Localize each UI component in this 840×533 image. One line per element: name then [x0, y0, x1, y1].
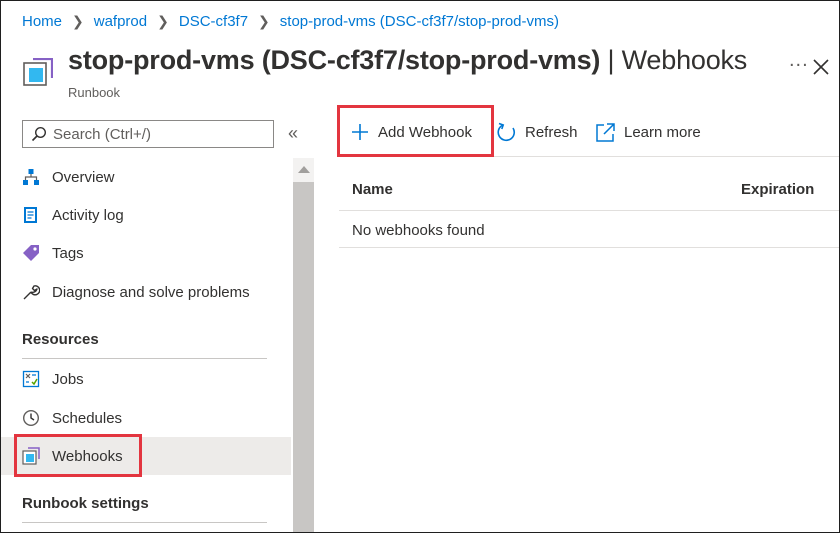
- page-title: stop-prod-vms (DSC-cf3f7/stop-prod-vms) …: [68, 45, 747, 76]
- portal-window: Home ❯ wafprod ❯ DSC-cf3f7 ❯ stop-prod-v…: [0, 0, 840, 533]
- breadcrumb-automation-account[interactable]: DSC-cf3f7: [179, 13, 248, 30]
- close-icon[interactable]: [811, 57, 831, 77]
- sidebar-item-schedules[interactable]: Schedules: [1, 399, 291, 437]
- column-header-name[interactable]: Name: [352, 181, 393, 198]
- collapse-sidebar-button[interactable]: «: [288, 123, 298, 144]
- sidebar-item-label: Overview: [52, 168, 115, 186]
- add-webhook-highlight-box: [337, 105, 494, 157]
- chevron-right-icon: ❯: [157, 13, 169, 29]
- sidebar-item-activity-log[interactable]: Activity log: [1, 196, 291, 234]
- scroll-up-arrow-icon[interactable]: [298, 166, 310, 173]
- sidebar-item-label: Diagnose and solve problems: [52, 283, 250, 301]
- section-header-runbook-settings: Runbook settings: [22, 495, 149, 512]
- sidebar-item-label: Schedules: [52, 409, 123, 427]
- chevron-right-icon: ❯: [72, 13, 84, 29]
- sidebar-item-jobs[interactable]: Jobs: [1, 360, 291, 398]
- tag-icon: [23, 245, 39, 261]
- sidebar-item-label: Activity log: [52, 206, 124, 224]
- table-header-divider: [339, 210, 839, 211]
- refresh-label: Refresh: [525, 124, 578, 141]
- sidebar-item-label: Tags: [52, 244, 84, 262]
- runbook-icon: [23, 58, 53, 86]
- breadcrumb-runbook[interactable]: stop-prod-vms (DSC-cf3f7/stop-prod-vms): [280, 13, 559, 30]
- sidebar-item-label: Jobs: [52, 370, 84, 388]
- sidebar-item-tags[interactable]: Tags: [1, 234, 291, 272]
- clock-icon: [22, 409, 40, 427]
- refresh-icon: [497, 122, 516, 142]
- chevron-right-icon: ❯: [258, 13, 270, 29]
- wrench-icon: [23, 285, 40, 300]
- section-divider: [22, 522, 267, 523]
- sidebar-scrollbar-thumb[interactable]: [293, 182, 314, 532]
- search-placeholder: Search (Ctrl+/): [53, 125, 151, 143]
- breadcrumb: Home ❯ wafprod ❯ DSC-cf3f7 ❯ stop-prod-v…: [22, 13, 559, 30]
- page-title-main: stop-prod-vms (DSC-cf3f7/stop-prod-vms): [68, 45, 601, 75]
- learn-more-button[interactable]: Learn more: [595, 122, 701, 143]
- refresh-button[interactable]: Refresh: [496, 122, 578, 143]
- empty-table-message: No webhooks found: [352, 222, 485, 239]
- external-link-icon: [596, 123, 615, 142]
- search-icon: [31, 126, 47, 142]
- sidebar-item-overview[interactable]: Overview: [1, 158, 291, 196]
- sidebar-search-input[interactable]: Search (Ctrl+/): [22, 120, 274, 148]
- column-header-expiration[interactable]: Expiration: [741, 181, 814, 198]
- table-row-divider: [339, 247, 839, 248]
- section-header-resources: Resources: [22, 331, 99, 348]
- more-options-button[interactable]: ...: [789, 49, 809, 72]
- learn-more-label: Learn more: [624, 124, 701, 141]
- jobs-icon: [22, 370, 40, 388]
- breadcrumb-home[interactable]: Home: [22, 13, 62, 30]
- page-subtitle: Runbook: [68, 85, 121, 100]
- activity-log-icon: [24, 207, 37, 223]
- sidebar-item-diagnose[interactable]: Diagnose and solve problems: [1, 273, 291, 311]
- webhooks-highlight-box: [14, 434, 142, 477]
- breadcrumb-wafprod[interactable]: wafprod: [94, 13, 147, 30]
- page-title-suffix: | Webhooks: [600, 45, 748, 75]
- section-divider: [22, 358, 267, 359]
- overview-icon: [23, 169, 39, 185]
